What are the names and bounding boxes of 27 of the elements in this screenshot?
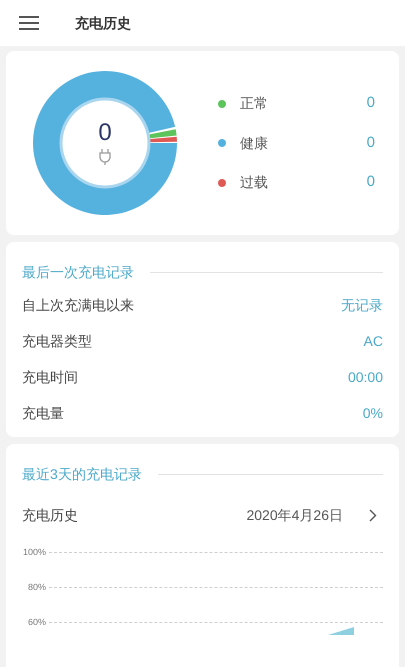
menu-icon[interactable]	[19, 16, 39, 30]
section-title: 最后一次充电记录	[22, 263, 134, 282]
legend-count: 0	[366, 132, 375, 153]
legend-label: 过载	[240, 173, 268, 192]
legend-label: 正常	[240, 94, 268, 113]
history-label: 充电历史	[22, 506, 78, 524]
record-value: 无记录	[341, 296, 383, 314]
center-count: 0	[98, 121, 112, 145]
y-axis-label: 100%	[22, 547, 46, 557]
record-value: 00:00	[348, 368, 383, 386]
section-title: 最近3天的充电记录	[22, 465, 142, 484]
plug-icon	[99, 149, 111, 165]
record-label: 自上次充满电以来	[22, 296, 134, 314]
history-date[interactable]: 2020年4月26日	[246, 504, 343, 526]
legend-label: 健康	[240, 134, 268, 152]
record-label: 充电时间	[22, 368, 78, 386]
y-axis-label: 60%	[26, 617, 46, 627]
record-value: AC	[364, 332, 383, 350]
legend-count: 0	[366, 172, 375, 192]
y-axis-label: 80%	[26, 582, 46, 592]
record-label: 充电器类型	[22, 332, 92, 350]
record-value: 0%	[362, 404, 383, 422]
chevron-right-icon[interactable]	[369, 508, 377, 522]
page-title: 充电历史	[75, 14, 131, 32]
record-label: 充电量	[22, 404, 64, 422]
area-shape	[328, 627, 354, 635]
legend-count: 0	[366, 93, 375, 114]
